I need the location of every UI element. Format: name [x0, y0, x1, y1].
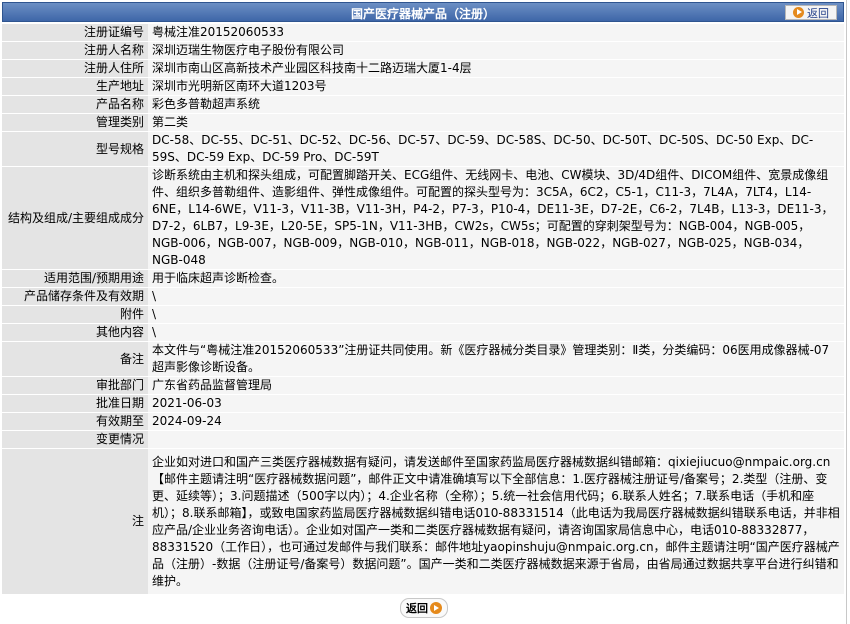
field-value: 粤械注准20152060533	[148, 24, 844, 41]
table-row: 适用范围/预期用途 用于临床超声诊断检查。	[2, 270, 844, 287]
table-row: 附件 \	[2, 306, 844, 323]
field-value: 第二类	[148, 114, 844, 131]
detail-page: 国产医疗器械产品（注册） 返回 注册证编号 粤械注准20152060533 注册人名…	[0, 0, 850, 624]
field-value: 用于临床超声诊断检查。	[148, 270, 844, 287]
field-value: DC-58、DC-55、DC-51、DC-52、DC-56、DC-57、DC-5…	[148, 132, 844, 166]
table-row: 产品名称 彩色多普勒超声系统	[2, 96, 844, 113]
table-row: 有效期至 2024-09-24	[2, 413, 844, 430]
field-label: 附件	[2, 306, 148, 323]
table-row: 备注 本文件与“粤械注准20152060533”注册证共同使用。新《医疗器械分类目…	[2, 342, 844, 376]
field-label: 注册证编号	[2, 24, 148, 41]
field-label: 型号规格	[2, 132, 148, 166]
field-value: 本文件与“粤械注准20152060533”注册证共同使用。新《医疗器械分类目录》…	[148, 342, 844, 376]
field-value: 企业如对进口和国产三类医疗器械数据有疑问，请发送邮件至国家药监局医疗器械数据纠错…	[148, 449, 844, 594]
field-value: \	[148, 288, 844, 305]
field-value	[148, 431, 844, 448]
table-row: 其他内容 \	[2, 324, 844, 341]
back-button-top[interactable]: 返回	[785, 5, 837, 20]
field-value: \	[148, 306, 844, 323]
back-button-bottom[interactable]: 返回	[400, 598, 448, 618]
field-label: 注册人名称	[2, 42, 148, 59]
field-label: 变更情况	[2, 431, 148, 448]
field-label: 结构及组成/主要组成成分	[2, 167, 148, 269]
field-value: 深圳市南山区高新技术产业园区科技南十二路迈瑞大厦1-4层	[148, 60, 844, 77]
table-row: 注册证编号 粤械注准20152060533	[2, 24, 844, 41]
field-label: 产品名称	[2, 96, 148, 113]
field-label: 生产地址	[2, 78, 148, 95]
field-label: 有效期至	[2, 413, 148, 430]
table-row: 产品储存条件及有效期 \	[2, 288, 844, 305]
field-label: 注册人住所	[2, 60, 148, 77]
arrow-right-icon	[793, 7, 804, 18]
field-value: 2021-06-03	[148, 395, 844, 412]
table-row: 生产地址 深圳市光明新区南环大道1203号	[2, 78, 844, 95]
arrow-right-icon	[430, 602, 442, 614]
right-border	[846, 0, 847, 624]
table-row: 型号规格 DC-58、DC-55、DC-51、DC-52、DC-56、DC-57、…	[2, 132, 844, 166]
field-label: 批准日期	[2, 395, 148, 412]
field-value: 广东省药品监督管理局	[148, 377, 844, 394]
title-bar: 国产医疗器械产品（注册） 返回	[2, 2, 844, 22]
back-button-label: 返回	[807, 6, 829, 20]
field-value: \	[148, 324, 844, 341]
field-value: 彩色多普勒超声系统	[148, 96, 844, 113]
field-label: 其他内容	[2, 324, 148, 341]
table-row: 注企业如对进口和国产三类医疗器械数据有疑问，请发送邮件至国家药监局医疗器械数据纠…	[2, 449, 844, 594]
page-title: 国产医疗器械产品（注册）	[350, 7, 495, 21]
field-value: 诊断系统由主机和探头组成，可配置脚踏开关、ECG组件、无线网卡、电池、CW模块、…	[148, 167, 844, 269]
detail-table: 注册证编号 粤械注准20152060533 注册人名称 深圳迈瑞生物医疗电子股份有限公…	[2, 23, 844, 595]
field-label: 审批部门	[2, 377, 148, 394]
field-label: 适用范围/预期用途	[2, 270, 148, 287]
field-label: 管理类别	[2, 114, 148, 131]
field-value: 2024-09-24	[148, 413, 844, 430]
table-row: 批准日期 2021-06-03	[2, 395, 844, 412]
field-value: 深圳市光明新区南环大道1203号	[148, 78, 844, 95]
table-row: 变更情况	[2, 431, 844, 448]
table-row: 注册人名称 深圳迈瑞生物医疗电子股份有限公司	[2, 42, 844, 59]
table-row: 注册人住所 深圳市南山区高新技术产业园区科技南十二路迈瑞大厦1-4层	[2, 60, 844, 77]
field-label: 产品储存条件及有效期	[2, 288, 148, 305]
field-label: 注	[2, 449, 148, 594]
table-row: 审批部门 广东省药品监督管理局	[2, 377, 844, 394]
table-row: 结构及组成/主要组成成分 诊断系统由主机和探头组成，可配置脚踏开关、ECG组件、无…	[2, 167, 844, 269]
table-row: 管理类别 第二类	[2, 114, 844, 131]
field-value: 深圳迈瑞生物医疗电子股份有限公司	[148, 42, 844, 59]
back-button-bottom-label: 返回	[406, 602, 428, 615]
field-label: 备注	[2, 342, 148, 376]
